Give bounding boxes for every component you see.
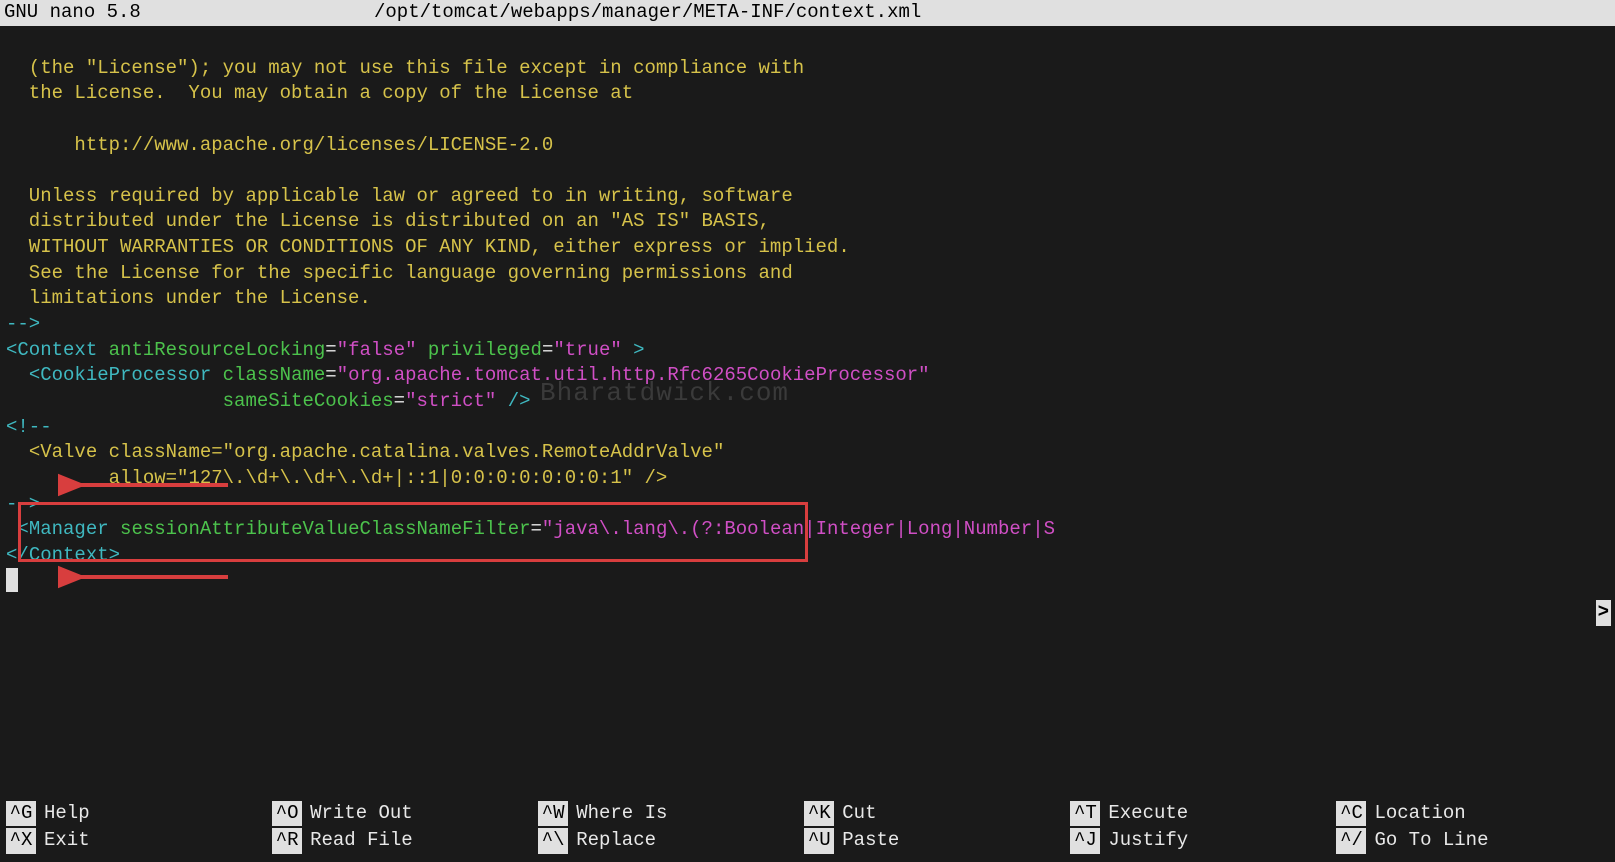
equals: = [166,467,177,489]
indent [6,518,17,540]
attr-name: className [211,364,325,386]
shortcut-label: Where Is [576,801,667,827]
shortcut-label: Help [44,801,90,827]
equals: = [325,339,336,361]
scroll-indicator: > [1596,600,1611,626]
shortcut-label: Justify [1108,828,1188,854]
license-line: the License. You may obtain a copy of th… [6,82,633,104]
license-line: distributed under the License is distrib… [6,210,770,232]
shortcut-key: ^J [1070,828,1100,854]
shortcut-item[interactable]: ^W Where Is [538,801,804,827]
tag-close: /> [496,390,530,412]
attr-name: allow [97,467,165,489]
shortcut-label: Go To Line [1374,828,1488,854]
valve-tag: Valve [40,441,97,463]
comment-close: --> [6,493,40,515]
indent [6,467,97,489]
shortcut-key: ^C [1336,801,1366,827]
tag-close: > [622,339,645,361]
attr-value: "true" [553,339,621,361]
shortcut-item[interactable]: ^\ Replace [538,828,804,854]
shortcut-key: ^R [272,828,302,854]
cursor [6,568,18,592]
attr-value: "org.apache.catalina.valves.RemoteAddrVa… [223,441,725,463]
shortcut-label: Execute [1108,801,1188,827]
shortcut-label: Location [1374,801,1465,827]
shortcut-label: Cut [842,801,876,827]
shortcut-item[interactable]: ^R Read File [272,828,538,854]
license-line: See the License for the specific languag… [6,262,793,284]
shortcut-item[interactable]: ^T Execute [1070,801,1336,827]
attr-value: "java\.lang\.(?:Boolean|Integer|Long|Num… [542,518,1055,540]
comment-open: <!-- [6,416,52,438]
tag-close: /> [633,467,667,489]
attr-value: "org.apache.tomcat.util.http.Rfc6265Cook… [337,364,930,386]
tag-bracket: </ [6,544,29,566]
shortcut-item[interactable]: ^X Exit [6,828,272,854]
tag-bracket: < [17,518,28,540]
shortcut-key: ^U [804,828,834,854]
license-line: (the "License"); you may not use this fi… [6,57,804,79]
shortcut-bar: ^G Help ^O Write Out ^W Where Is ^K Cut ^T Execut… [6,801,1609,856]
equals: = [394,390,405,412]
tag-bracket: < [6,339,17,361]
shortcut-label: Paste [842,828,899,854]
shortcut-label: Replace [576,828,656,854]
tag-close: > [109,544,120,566]
attr-name: sameSiteCookies [211,390,393,412]
shortcut-item[interactable]: ^G Help [6,801,272,827]
shortcut-item[interactable]: ^J Justify [1070,828,1336,854]
context-end-tag: Context [29,544,109,566]
context-tag: Context [17,339,97,361]
manager-tag: Manager [29,518,109,540]
equals: = [211,441,222,463]
attr-value: "strict" [405,390,496,412]
shortcut-label: Exit [44,828,90,854]
attr-name: className [97,441,211,463]
attr-name: sessionAttributeValueClassNameFilter [109,518,531,540]
license-line: Unless required by applicable law or agr… [6,185,793,207]
tag-bracket: < [29,441,40,463]
tag-bracket: < [29,364,40,386]
app-name: GNU nano 5.8 [4,0,374,26]
attr-value: "127\.\d+\.\d+\.\d+|::1|0:0:0:0:0:0:0:1" [177,467,633,489]
shortcut-item[interactable]: ^O Write Out [272,801,538,827]
shortcut-key: ^\ [538,828,568,854]
attr-name: privileged [417,339,542,361]
shortcut-label: Write Out [310,801,413,827]
license-url: http://www.apache.org/licenses/LICENSE-2… [6,134,553,156]
indent [6,364,29,386]
indent [6,441,29,463]
equals: = [542,339,553,361]
shortcut-key: ^O [272,801,302,827]
cookie-tag: CookieProcessor [40,364,211,386]
shortcut-item[interactable]: ^U Paste [804,828,1070,854]
shortcut-key: ^/ [1336,828,1366,854]
comment-close: --> [6,313,40,335]
attr-name: antiResourceLocking [97,339,325,361]
shortcut-item[interactable]: ^C Location [1336,801,1602,827]
shortcut-key: ^T [1070,801,1100,827]
editor-area[interactable]: (the "License"); you may not use this fi… [0,26,1615,830]
license-line: WITHOUT WARRANTIES OR CONDITIONS OF ANY … [6,236,850,258]
attr-value: "false" [337,339,417,361]
file-path: /opt/tomcat/webapps/manager/META-INF/con… [374,0,921,26]
shortcut-key: ^X [6,828,36,854]
shortcut-key: ^G [6,801,36,827]
shortcut-key: ^W [538,801,568,827]
titlebar: GNU nano 5.8 /opt/tomcat/webapps/manager… [0,0,1615,26]
equals: = [531,518,542,540]
shortcut-item[interactable]: ^/ Go To Line [1336,828,1602,854]
shortcut-label: Read File [310,828,413,854]
shortcut-key: ^K [804,801,834,827]
indent [6,390,211,412]
license-line: limitations under the License. [6,287,371,309]
shortcut-item[interactable]: ^K Cut [804,801,1070,827]
equals: = [325,364,336,386]
arrow-annotation [58,564,238,590]
